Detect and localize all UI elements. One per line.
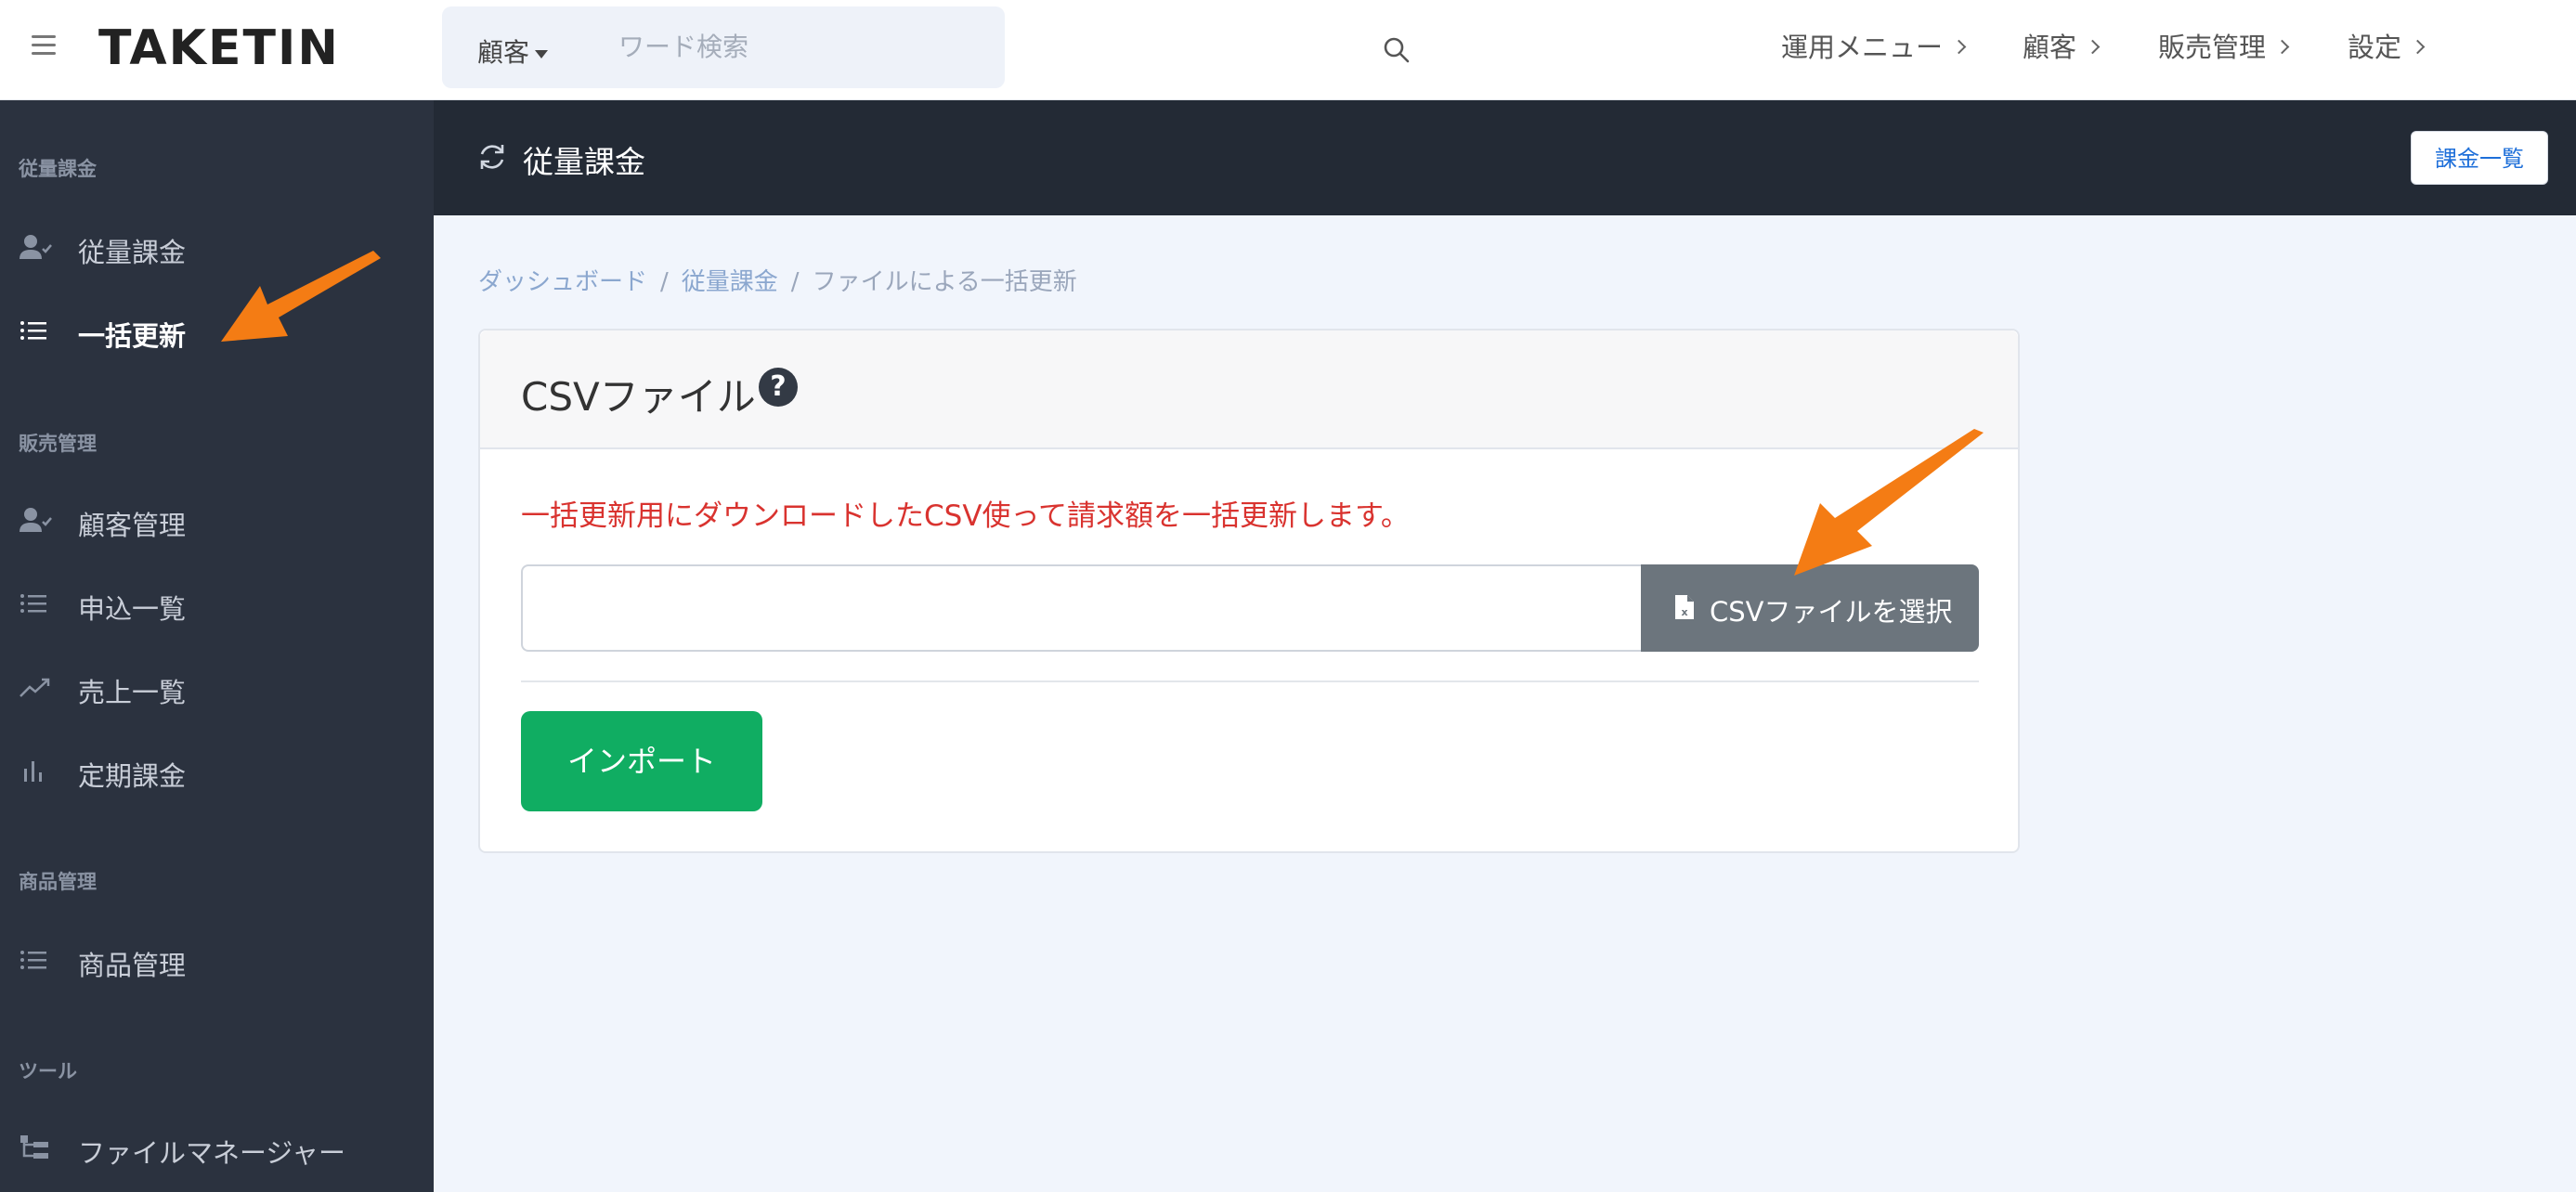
sidebar-item-product-management[interactable]: 商品管理 xyxy=(0,932,434,988)
sidebar-item-customer-management[interactable]: 顧客管理 xyxy=(0,492,434,548)
sidebar-item-file-manager[interactable]: ファイルマネージャー xyxy=(0,1120,434,1175)
csv-upload-card: CSVファイル ? 一括更新用にダウンロードしたCSV使って請求額を一括更新しま… xyxy=(478,329,2020,853)
sidebar-item-applications[interactable]: 申込一覧 xyxy=(0,576,434,631)
sidebar-section-title: 商品管理 xyxy=(19,871,97,893)
breadcrumb: ダッシュボード / 従量課金 / ファイルによる一括更新 xyxy=(478,268,1077,296)
topnav-operation-menu[interactable]: 運用メニュー xyxy=(1781,26,1967,65)
card-title: CSVファイル xyxy=(521,374,756,420)
chevron-right-icon xyxy=(2410,39,2426,54)
search-bar: 顧客 xyxy=(442,6,1410,88)
search-input[interactable] xyxy=(618,25,897,68)
svg-text:x: x xyxy=(1681,606,1687,618)
chevron-right-icon xyxy=(2085,39,2101,54)
bar-chart-icon xyxy=(24,761,42,782)
sidebar-section-title: ツール xyxy=(19,1060,77,1082)
billing-list-button[interactable]: 課金一覧 xyxy=(2411,131,2548,185)
annotation-arrow-file-button xyxy=(1794,429,1984,576)
breadcrumb-dashboard[interactable]: ダッシュボード xyxy=(478,268,647,296)
user-check-icon xyxy=(20,235,52,259)
content-header: 従量課金 xyxy=(434,100,2576,215)
caret-down-icon xyxy=(535,49,549,58)
divider xyxy=(521,680,1979,682)
sidebar-item-recurring-billing[interactable]: 定期課金 xyxy=(0,743,434,798)
list-icon xyxy=(20,951,46,969)
page-title: 従量課金 xyxy=(523,144,645,180)
logo[interactable]: TAKETIN xyxy=(98,20,340,76)
refresh-icon xyxy=(480,145,504,169)
csv-file-icon: x xyxy=(1675,595,1694,619)
sidebar-item-sales-list[interactable]: 売上一覧 xyxy=(0,659,434,715)
import-button[interactable]: インポート xyxy=(521,711,762,811)
user-check-icon xyxy=(20,508,52,532)
topnav-settings[interactable]: 設定 xyxy=(2348,26,2426,65)
breadcrumb-current: ファイルによる一括更新 xyxy=(812,268,1077,296)
file-name-field[interactable] xyxy=(521,564,1643,652)
help-icon[interactable]: ? xyxy=(759,368,798,407)
description-text: 一括更新用にダウンロードしたCSV使って請求額を一括更新します。 xyxy=(521,499,1410,533)
chevron-right-icon xyxy=(2274,39,2290,54)
trend-icon xyxy=(20,678,50,697)
top-navbar: TAKETIN 顧客 運用メニュー 顧客 販売管理 設定 xyxy=(0,0,2576,100)
annotation-arrow-sidebar xyxy=(221,251,381,342)
topnav-sales[interactable]: 販売管理 xyxy=(2158,26,2290,65)
hamburger-menu-icon[interactable] xyxy=(32,35,56,58)
search-icon[interactable] xyxy=(1383,36,1411,64)
list-icon xyxy=(20,594,46,613)
list-icon xyxy=(20,321,46,340)
search-scope-dropdown[interactable]: 顧客 xyxy=(477,32,549,70)
sidebar-section-title: 販売管理 xyxy=(19,433,97,455)
breadcrumb-usage-billing[interactable]: 従量課金 xyxy=(682,268,778,296)
topnav-customer[interactable]: 顧客 xyxy=(2023,26,2101,65)
sidebar-section-title: 従量課金 xyxy=(19,158,97,180)
chevron-right-icon xyxy=(1951,39,1967,54)
folder-tree-icon xyxy=(20,1135,48,1159)
file-input-group: x CSVファイルを選択 xyxy=(521,564,1979,652)
